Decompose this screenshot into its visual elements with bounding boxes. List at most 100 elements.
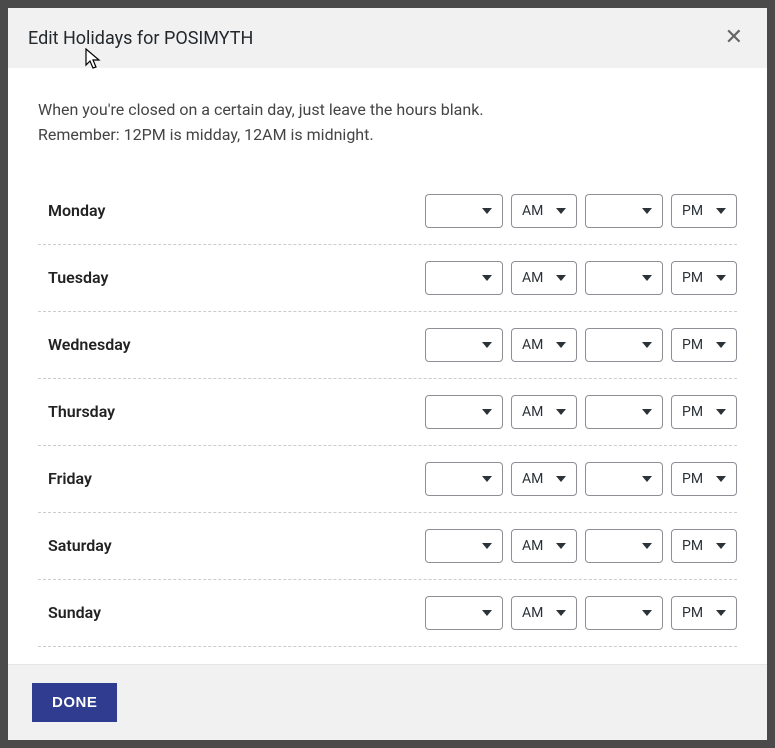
- chevron-down-icon: [556, 208, 566, 214]
- open-time-select-thursday[interactable]: [425, 395, 503, 429]
- close-ampm-select-sunday[interactable]: PM: [671, 596, 737, 630]
- chevron-down-icon: [716, 342, 726, 348]
- modal: Edit Holidays for POSIMYTH ✕ When you're…: [8, 8, 767, 740]
- ampm-value: AM: [522, 337, 543, 353]
- chevron-down-icon: [482, 476, 492, 482]
- day-row-monday: Monday AM PM: [38, 178, 737, 245]
- hour-selects-friday: AM PM: [425, 462, 737, 496]
- day-label-tuesday: Tuesday: [38, 268, 415, 287]
- chevron-down-icon: [482, 610, 492, 616]
- close-ampm-select-wednesday[interactable]: PM: [671, 328, 737, 362]
- ampm-value: AM: [522, 203, 543, 219]
- hour-selects-monday: AM PM: [425, 194, 737, 228]
- done-button[interactable]: DONE: [32, 683, 117, 722]
- close-icon: ✕: [725, 25, 743, 50]
- day-row-friday: Friday AM PM: [38, 446, 737, 513]
- chevron-down-icon: [482, 208, 492, 214]
- chevron-down-icon: [716, 543, 726, 549]
- ampm-value: AM: [522, 404, 543, 420]
- chevron-down-icon: [556, 342, 566, 348]
- days-list: Monday AM PM Tuesday AM PM: [38, 178, 737, 647]
- hour-selects-wednesday: AM PM: [425, 328, 737, 362]
- close-button[interactable]: ✕: [721, 27, 747, 49]
- close-time-select-wednesday[interactable]: [585, 328, 663, 362]
- ampm-value: PM: [682, 538, 703, 554]
- chevron-down-icon: [642, 476, 652, 482]
- close-time-select-friday[interactable]: [585, 462, 663, 496]
- open-time-select-sunday[interactable]: [425, 596, 503, 630]
- close-ampm-select-thursday[interactable]: PM: [671, 395, 737, 429]
- day-label-wednesday: Wednesday: [38, 335, 415, 354]
- open-time-select-saturday[interactable]: [425, 529, 503, 563]
- close-ampm-select-saturday[interactable]: PM: [671, 529, 737, 563]
- open-ampm-select-friday[interactable]: AM: [511, 462, 577, 496]
- open-ampm-select-monday[interactable]: AM: [511, 194, 577, 228]
- ampm-value: AM: [522, 605, 543, 621]
- day-row-thursday: Thursday AM PM: [38, 379, 737, 446]
- chevron-down-icon: [642, 275, 652, 281]
- ampm-value: PM: [682, 404, 703, 420]
- ampm-value: AM: [522, 538, 543, 554]
- open-ampm-select-tuesday[interactable]: AM: [511, 261, 577, 295]
- chevron-down-icon: [642, 342, 652, 348]
- chevron-down-icon: [716, 409, 726, 415]
- day-row-wednesday: Wednesday AM PM: [38, 312, 737, 379]
- modal-header: Edit Holidays for POSIMYTH ✕: [8, 8, 767, 68]
- close-time-select-thursday[interactable]: [585, 395, 663, 429]
- instructions-line-1: When you're closed on a certain day, jus…: [38, 98, 737, 123]
- chevron-down-icon: [642, 409, 652, 415]
- day-label-thursday: Thursday: [38, 402, 415, 421]
- chevron-down-icon: [556, 543, 566, 549]
- day-row-saturday: Saturday AM PM: [38, 513, 737, 580]
- modal-footer: DONE: [8, 664, 767, 740]
- chevron-down-icon: [482, 275, 492, 281]
- chevron-down-icon: [482, 543, 492, 549]
- chevron-down-icon: [716, 610, 726, 616]
- open-ampm-select-thursday[interactable]: AM: [511, 395, 577, 429]
- chevron-down-icon: [642, 208, 652, 214]
- chevron-down-icon: [556, 275, 566, 281]
- close-time-select-saturday[interactable]: [585, 529, 663, 563]
- close-ampm-select-monday[interactable]: PM: [671, 194, 737, 228]
- open-time-select-friday[interactable]: [425, 462, 503, 496]
- open-ampm-select-sunday[interactable]: AM: [511, 596, 577, 630]
- close-ampm-select-tuesday[interactable]: PM: [671, 261, 737, 295]
- day-label-monday: Monday: [38, 201, 415, 220]
- instructions-text: When you're closed on a certain day, jus…: [38, 98, 737, 148]
- open-ampm-select-wednesday[interactable]: AM: [511, 328, 577, 362]
- hour-selects-saturday: AM PM: [425, 529, 737, 563]
- day-label-sunday: Sunday: [38, 603, 415, 622]
- ampm-value: PM: [682, 605, 703, 621]
- close-ampm-select-friday[interactable]: PM: [671, 462, 737, 496]
- modal-title: Edit Holidays for POSIMYTH: [28, 28, 253, 49]
- chevron-down-icon: [642, 610, 652, 616]
- close-time-select-tuesday[interactable]: [585, 261, 663, 295]
- day-label-saturday: Saturday: [38, 536, 415, 555]
- day-row-tuesday: Tuesday AM PM: [38, 245, 737, 312]
- chevron-down-icon: [716, 275, 726, 281]
- chevron-down-icon: [642, 543, 652, 549]
- open-ampm-select-saturday[interactable]: AM: [511, 529, 577, 563]
- chevron-down-icon: [556, 476, 566, 482]
- close-time-select-monday[interactable]: [585, 194, 663, 228]
- hour-selects-thursday: AM PM: [425, 395, 737, 429]
- ampm-value: PM: [682, 337, 703, 353]
- close-time-select-sunday[interactable]: [585, 596, 663, 630]
- chevron-down-icon: [556, 610, 566, 616]
- ampm-value: PM: [682, 471, 703, 487]
- instructions-line-2: Remember: 12PM is midday, 12AM is midnig…: [38, 123, 737, 148]
- open-time-select-monday[interactable]: [425, 194, 503, 228]
- day-label-friday: Friday: [38, 469, 415, 488]
- ampm-value: PM: [682, 270, 703, 286]
- day-row-sunday: Sunday AM PM: [38, 580, 737, 647]
- ampm-value: AM: [522, 270, 543, 286]
- open-time-select-tuesday[interactable]: [425, 261, 503, 295]
- chevron-down-icon: [716, 208, 726, 214]
- hour-selects-tuesday: AM PM: [425, 261, 737, 295]
- chevron-down-icon: [716, 476, 726, 482]
- chevron-down-icon: [482, 409, 492, 415]
- ampm-value: AM: [522, 471, 543, 487]
- hour-selects-sunday: AM PM: [425, 596, 737, 630]
- chevron-down-icon: [556, 409, 566, 415]
- open-time-select-wednesday[interactable]: [425, 328, 503, 362]
